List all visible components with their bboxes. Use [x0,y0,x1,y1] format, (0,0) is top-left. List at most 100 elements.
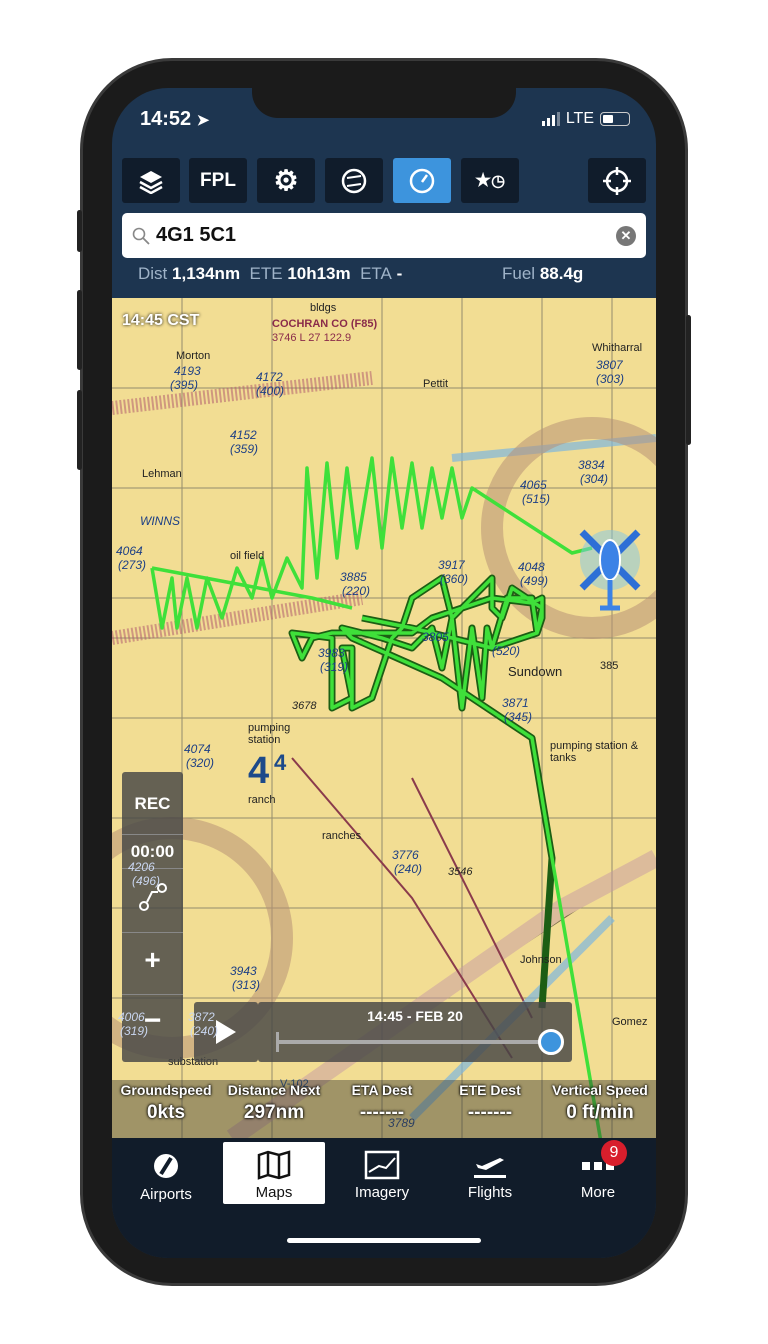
dist-value: 1,134nm [172,264,241,283]
clock: 14:52 [140,108,192,130]
volume-down [77,390,82,470]
fuel-value: 88.4g [539,264,584,283]
map-label: 3776 [392,848,419,862]
fuel: Fuel 88.4g [502,264,583,284]
tab-more[interactable]: More 9 [547,1140,649,1204]
map-label: (499) [520,574,549,588]
instrument-value: ------- [467,1102,513,1123]
fuel-label: Fuel [502,264,536,283]
tab-label: Flights [467,1184,513,1201]
instrument-ete-dest[interactable]: ETE Dest ------- [446,1082,534,1124]
zoom-in-button[interactable]: + [122,944,183,976]
divider [122,994,183,995]
map-label: 3546 [448,866,473,878]
map-label: 4065 [520,478,547,492]
tab-label: Imagery [354,1184,410,1201]
map-label: 4152 [230,428,257,442]
map-label: (304) [580,472,609,486]
gauge-icon [409,168,435,193]
map-label: (220) [342,584,371,598]
map-label: 4 [274,750,287,775]
map-label: 4048 [518,560,545,574]
imagery-icon [364,1150,400,1180]
sectional-map[interactable]: 14:45 CST COCHRAN CO (F85) 3746 L 27 122… [112,298,656,1138]
instrument-label: Vertical Speed [552,1082,648,1098]
play-icon [216,1020,236,1044]
settings-button[interactable]: ⚙ [257,158,315,203]
map-label: (313) [232,978,261,992]
map-label: 4206 [128,860,155,874]
instrument-groundspeed[interactable]: Groundspeed 0kts [116,1082,216,1124]
search-icon [132,227,150,245]
map-label: 3678 [292,700,317,712]
timeline-start-tick [276,1032,279,1052]
map-label: ranches [322,830,362,842]
helicopter-icon [579,529,641,611]
screen: 14:45 CST COCHRAN CO (F85) 3746 L 27 122… [112,88,656,1258]
locate-icon [603,166,631,195]
map-label: Sundown [508,664,563,679]
map-label: (400) [256,384,285,398]
map-label: (520) [492,644,521,658]
clear-search-icon[interactable]: ✕ [616,225,636,246]
instrument-eta-dest[interactable]: ETA Dest ------- [338,1082,426,1124]
layers-button[interactable] [122,158,180,203]
divider [122,834,183,835]
notification-badge: 9 [601,1140,627,1166]
fpl-button[interactable]: FPL [189,158,247,203]
map-label: pumping station [248,722,291,746]
network-label: LTE [565,110,594,127]
map-label: Morton [176,350,211,362]
map-label: ranch [248,794,276,806]
map-time-label: 14:45 CST [122,312,200,329]
instrument-value: 0 ft/min [566,1102,634,1123]
hsi-button[interactable] [325,158,383,203]
timeline-handle[interactable] [538,1029,564,1055]
map-label: 3943 [230,964,257,978]
instrument-label: ETA Dest [351,1082,413,1098]
hsi-icon [341,168,367,193]
instruments-button[interactable] [393,158,451,203]
eta-value: - [396,264,403,283]
map-label: 4064 [116,544,143,558]
timeline-label: 14:45 - FEB 20 [367,1008,463,1024]
tab-airports[interactable]: Airports [115,1142,217,1204]
volume-up [77,290,82,370]
map-label: 4074 [184,742,211,756]
favorites-recent-button[interactable]: ★◷ [461,158,519,203]
map-label: 4172 [256,370,283,384]
location-arrow-icon: ➤ [196,112,210,129]
mute-switch [77,210,82,252]
map-label: (273) [118,558,147,572]
instrument-strip[interactable]: Groundspeed 0kts Distance Next 297nm ETA D… [112,1080,656,1138]
star-clock-icon: ★◷ [474,170,506,190]
tab-maps[interactable]: Maps [223,1142,325,1204]
instrument-value: ------- [359,1102,405,1123]
map-label: WINNS [140,514,180,528]
map-label: (345) [504,710,533,724]
map-label: Whitharral [592,342,643,354]
map-label: Pettit [423,378,449,390]
map-label: Lehman [142,468,182,480]
search-value[interactable]: 4G1 5C1 [156,224,616,247]
notch [252,88,516,118]
search-input[interactable]: 4G1 5C1 ✕ [122,213,646,258]
airports-icon [154,1154,178,1178]
timeline-slider[interactable] [276,1040,552,1044]
instrument-vertical-speed[interactable]: Vertical Speed 0 ft/min [546,1082,654,1124]
rec-button[interactable]: REC [122,794,183,814]
home-indicator[interactable] [287,1238,481,1243]
tab-imagery[interactable]: Imagery [331,1142,433,1204]
map-label: 3872 [188,1010,215,1024]
ete-value: 10h13m [287,264,351,283]
gear-icon: ⚙ [273,165,299,196]
tab-flights[interactable]: Flights [439,1142,541,1204]
map-label: (359) [230,442,259,456]
signal-icon [541,112,560,126]
map-label: 3871 [502,696,529,710]
instrument-distance-next[interactable]: Distance Next 297nm [220,1082,328,1124]
locate-button[interactable] [588,158,646,203]
map-label: 385 [600,660,619,672]
instrument-value: 0kts [146,1102,186,1123]
rec-timer: 00:00 [130,842,175,861]
